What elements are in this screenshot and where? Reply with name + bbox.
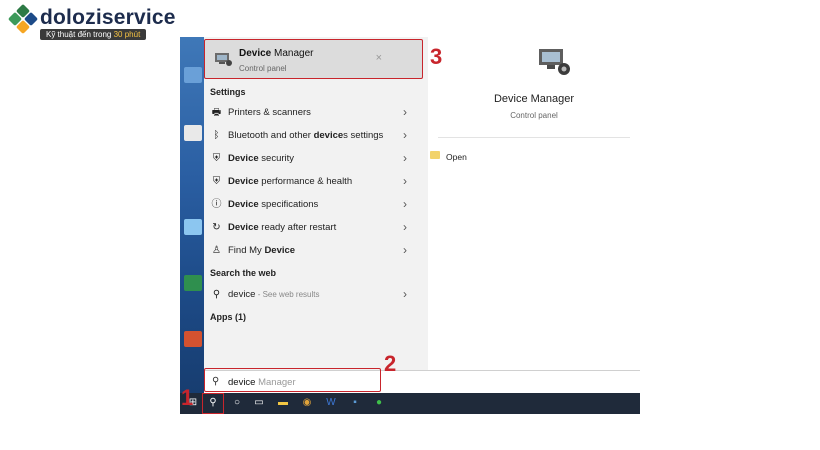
chevron-right-icon: › — [403, 197, 407, 211]
photoshop-icon[interactable]: ▪ — [348, 396, 362, 410]
settings-item-device-performance[interactable]: ⛨ Device performance & health › — [204, 172, 423, 192]
desktop-shortcut-icon[interactable] — [184, 219, 202, 235]
chevron-right-icon: › — [403, 105, 407, 119]
open-action[interactable]: Open — [430, 151, 467, 162]
web-result-device[interactable]: ⚲ device - See web results › — [204, 285, 423, 305]
windows-desktop-screenshot: Device Manager Control panel × Settings … — [180, 37, 640, 414]
info-icon: ⓘ — [211, 199, 222, 210]
step-marker-3: 3 — [430, 44, 443, 69]
word-icon[interactable]: W — [324, 396, 338, 410]
close-icon[interactable]: × — [376, 52, 382, 64]
shield-icon: ⛨ — [212, 176, 221, 187]
step-marker-1: 1 — [181, 385, 194, 410]
settings-item-device-specifications[interactable]: ⓘ Device specifications › — [204, 195, 423, 215]
settings-item-label: Printers & scanners — [228, 107, 311, 118]
step-marker-2: 2 — [384, 351, 397, 376]
logo-mark-icon — [8, 4, 38, 34]
divider — [438, 137, 630, 138]
bluetooth-icon: ᛒ — [213, 130, 220, 141]
refresh-icon: ↻ — [212, 222, 221, 233]
chevron-right-icon: › — [403, 128, 407, 142]
chevron-right-icon: › — [403, 287, 407, 301]
search-icon: ⚲ — [212, 289, 221, 300]
desktop-shortcut-icon[interactable] — [184, 67, 202, 83]
open-action-label: Open — [446, 152, 467, 162]
settings-item-label: Device specifications — [228, 199, 319, 210]
detail-subtitle: Control panel — [510, 111, 558, 120]
search-box-highlight — [204, 368, 381, 392]
taskbar: ⊞ ⚲ ○ ▭ ▬ ◉ W ▪ ● — [180, 393, 640, 414]
section-apps: Apps (1) — [210, 312, 246, 322]
folder-icon — [430, 151, 440, 159]
chevron-right-icon: › — [403, 220, 407, 234]
line-app-icon[interactable]: ● — [372, 396, 386, 410]
logo-tagline: Kỹ thuật đến trong 30 phút — [40, 29, 147, 40]
settings-item-bluetooth[interactable]: ᛒ Bluetooth and other devices settings › — [204, 126, 423, 146]
chevron-right-icon: › — [403, 174, 407, 188]
file-explorer-icon[interactable]: ▬ — [276, 396, 290, 410]
best-match-subtitle: Control panel — [239, 64, 287, 73]
result-detail-panel: Device Manager Control panel Open — [428, 37, 640, 371]
desktop-shortcut-icon[interactable] — [184, 275, 202, 291]
best-match-device-manager[interactable]: Device Manager Control panel × — [204, 39, 423, 79]
settings-item-device-security[interactable]: ⛨ Device security › — [204, 149, 423, 169]
web-result-label: device - See web results — [228, 289, 320, 300]
detail-title: Device Manager — [493, 93, 575, 105]
chevron-right-icon: › — [403, 151, 407, 165]
person-icon: ♙ — [212, 245, 221, 256]
settings-item-label: Device security — [228, 153, 295, 164]
printer-icon: 🖶 — [211, 107, 222, 118]
brand-logo: doloziservice Kỹ thuật đến trong 30 phút — [0, 0, 180, 44]
section-search-web: Search the web — [210, 268, 277, 278]
desktop-shortcut-icon[interactable] — [184, 125, 202, 141]
chrome-icon[interactable]: ◉ — [300, 396, 314, 410]
chevron-right-icon: › — [403, 243, 407, 257]
best-match-title: Device Manager — [239, 48, 314, 59]
settings-item-find-my-device[interactable]: ♙ Find My Device › — [204, 241, 423, 261]
desktop-shortcut-icon[interactable] — [184, 331, 202, 347]
shield-icon: ⛨ — [212, 153, 221, 164]
cortana-icon[interactable]: ○ — [230, 396, 244, 410]
settings-item-label: Bluetooth and other devices settings — [228, 130, 384, 141]
settings-item-label: Find My Device — [228, 245, 296, 256]
settings-item-printers[interactable]: 🖶 Printers & scanners › — [204, 103, 423, 123]
device-manager-icon — [215, 53, 232, 66]
taskbar-search-highlight — [202, 393, 224, 414]
desktop-background — [180, 37, 204, 393]
section-settings: Settings — [210, 87, 246, 97]
settings-item-device-ready[interactable]: ↻ Device ready after restart › — [204, 218, 423, 238]
settings-item-label: Device performance & health — [228, 176, 353, 187]
task-view-icon[interactable]: ▭ — [252, 396, 266, 410]
device-manager-icon — [539, 49, 570, 75]
settings-item-label: Device ready after restart — [228, 222, 337, 233]
logo-name: doloziservice — [40, 6, 176, 29]
